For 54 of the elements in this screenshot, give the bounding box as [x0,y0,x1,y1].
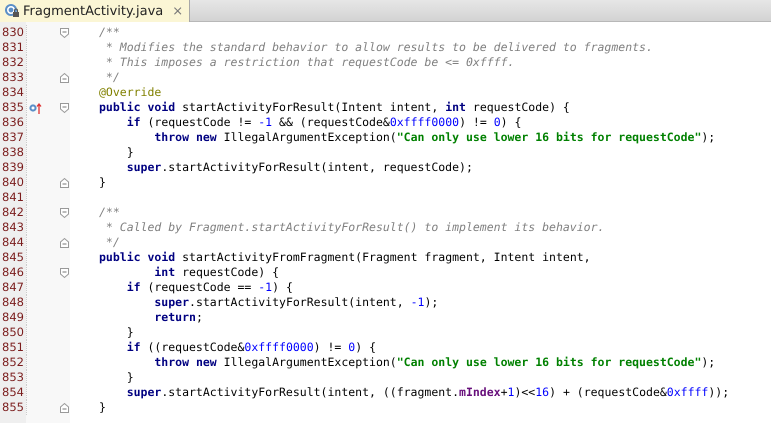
line-number: 841 [0,190,27,205]
code-line: /** [98,25,120,40]
code-line: if ((requestCode&0xffff0000) != 0) { [126,340,376,355]
code-line: } [126,370,134,385]
code-line: */ [104,70,120,85]
line-number: 852 [0,355,27,370]
line-number: 837 [0,130,27,145]
code-line: throw new IllegalArgumentException("Can only use lower 16 bits for requestCode"); [153,130,716,145]
code-line: } [98,400,106,415]
line-number: 840 [0,175,27,190]
code-line: super.startActivityForResult(intent, requestCode); [126,160,473,175]
line-number: 851 [0,340,27,355]
code-line: } [98,175,106,190]
code-line: return; [153,310,203,325]
line-number: 836 [0,115,27,130]
line-number: 847 [0,280,27,295]
line-number: 833 [0,70,27,85]
code-line: */ [104,235,120,250]
line-number: 853 [0,370,27,385]
line-number: 832 [0,55,27,70]
line-number: 850 [0,325,27,340]
code-line: int requestCode) { [153,265,280,280]
line-number: 831 [0,40,27,55]
code-line: super.startActivityForResult(intent, ((fragment.mIndex+1)<<16) + (requestCode&0xffff)); [126,385,730,400]
code-line: * Modifies the standard behavior to allow results to be delivered to fragments. [104,40,653,55]
line-number: 854 [0,385,27,400]
line-number: 830 [0,25,27,40]
code-line: throw new IllegalArgumentException("Can only use lower 16 bits for requestCode"); [153,355,716,370]
class-file-icon [4,3,20,19]
code-line: } [126,145,134,160]
editor-tab[interactable]: FragmentActivity.java × [0,0,190,22]
line-number: 839 [0,160,27,175]
code-line: * Called by Fragment.startActivityForResult() to implement its behavior. [104,220,604,235]
line-number: 843 [0,220,27,235]
code-line: public void startActivityFromFragment(Fragment fragment, Intent intent, [98,250,591,265]
line-number: 834 [0,85,27,100]
code-line: @Override [98,85,162,100]
line-number: 842 [0,205,27,220]
code-line: if (requestCode != -1 && (requestCode&0xffff0000) != 0) { [126,115,522,130]
line-number: 849 [0,310,27,325]
close-icon[interactable]: × [172,4,184,18]
code-line: super.startActivityForResult(intent, -1); [153,295,438,310]
code-line: public void startActivityForResult(Intent intent, int requestCode) { [98,100,570,115]
line-number: 848 [0,295,27,310]
code-line: /** [98,205,120,220]
code-line: if (requestCode == -1) { [126,280,293,295]
line-number: 844 [0,235,27,250]
line-number: 855 [0,400,27,415]
line-number: 846 [0,265,27,280]
line-number: 845 [0,250,27,265]
code-line: } [126,325,134,340]
line-number: 838 [0,145,27,160]
code-line: * This imposes a restriction that requestCode be <= 0xffff. [104,55,514,70]
line-number: 835 [0,100,27,115]
